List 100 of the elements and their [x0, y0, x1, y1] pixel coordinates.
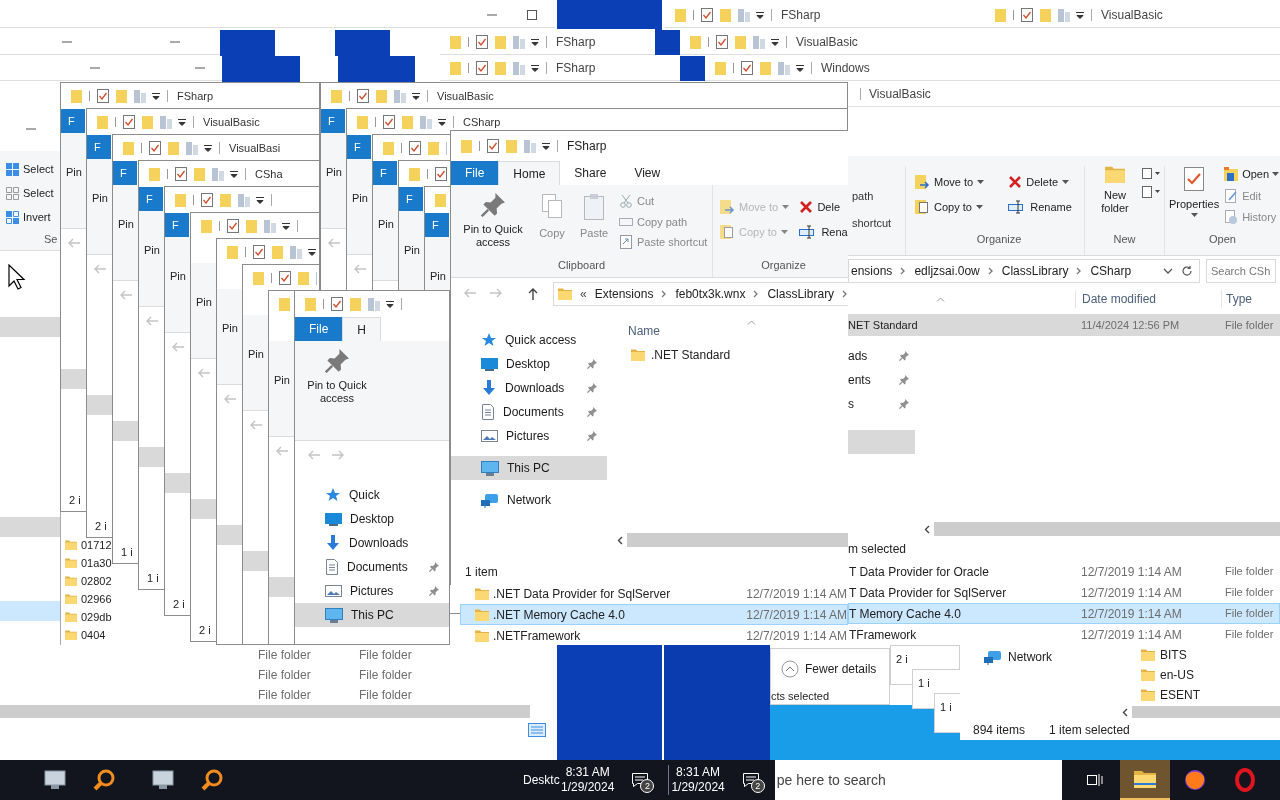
- ribbon-tab[interactable]: F: [321, 109, 345, 133]
- nav-item[interactable]: Network: [960, 647, 1125, 667]
- table-cell-text: File folder: [359, 667, 413, 684]
- pin-button[interactable]: Pin to Quick access: [455, 193, 531, 249]
- file-row[interactable]: .NET Memory Cache 4.0 12/7/2019 1:14 AM: [460, 604, 848, 625]
- ribbon-command[interactable]: Rename: [1008, 198, 1084, 215]
- ribbon-tab[interactable]: Home: [498, 161, 561, 185]
- ribbon-command[interactable]: Dele: [799, 199, 848, 216]
- folder-icon: [558, 288, 572, 300]
- breadcrumb[interactable]: CSharp: [1090, 262, 1132, 280]
- column-header[interactable]: Name: [611, 318, 848, 344]
- breadcrumb[interactable]: ensions: [851, 262, 893, 280]
- ribbon-command[interactable]: Copy to: [914, 198, 997, 215]
- file-row[interactable]: T Data Provider for Oracle 12/7/2019 1:14 AM File folder: [848, 561, 1280, 582]
- folder-icon: [475, 629, 489, 642]
- properties-button[interactable]: Properties: [1169, 166, 1220, 226]
- ribbon-command[interactable]: Rena: [799, 223, 848, 240]
- pin-label[interactable]: Pin: [430, 270, 446, 282]
- search-field[interactable]: Search CSh: [1206, 259, 1276, 283]
- search-field[interactable]: pe here to search: [774, 760, 1062, 800]
- address-bar[interactable]: ensions edljzsai.0ow ClassLibrary CSharp: [848, 259, 1200, 283]
- notification-button[interactable]: 2: [626, 765, 655, 795]
- nav-item[interactable]: Quick access: [451, 328, 607, 352]
- details-toggle[interactable]: Fewer details: [771, 649, 889, 689]
- nav-item[interactable]: This PC: [295, 603, 449, 627]
- window-title: VisualBasic: [796, 33, 858, 51]
- nav-item[interactable]: ents: [848, 368, 915, 392]
- ribbon-tab[interactable]: F: [139, 187, 163, 211]
- pin-label[interactable]: Pin: [248, 348, 264, 360]
- ribbon-tab[interactable]: H: [342, 317, 381, 341]
- nav-item[interactable]: ads: [848, 344, 915, 368]
- ribbon-tab[interactable]: File: [451, 161, 499, 185]
- pin-label[interactable]: Pin: [326, 166, 342, 178]
- ribbon-tab[interactable]: F: [373, 161, 397, 185]
- clock[interactable]: 8:31 AM 1/29/2024: [561, 765, 615, 795]
- breadcrumb[interactable]: Extensions: [594, 285, 654, 303]
- ribbon-command[interactable]: Select: [0, 183, 60, 203]
- nav-item[interactable]: Pictures: [451, 424, 607, 448]
- ribbon-command[interactable]: Delete: [1008, 174, 1084, 191]
- ribbon-command[interactable]: Select: [0, 159, 60, 179]
- nav-item[interactable]: Network: [451, 488, 607, 512]
- ribbon-tab[interactable]: F: [87, 135, 111, 159]
- file-row[interactable]: .NETFramework 12/7/2019 1:14 AM: [460, 625, 848, 646]
- breadcrumb[interactable]: feb0tx3k.wnx: [675, 285, 746, 303]
- notification-button[interactable]: 2: [736, 765, 765, 795]
- desktop-label: Desktc: [523, 772, 561, 789]
- file-row[interactable]: NET Standard 11/4/2024 12:56 PM File folder: [848, 314, 1280, 336]
- ribbon-tab[interactable]: Share: [560, 161, 621, 185]
- pin-button[interactable]: Pin to Quick access: [301, 349, 373, 405]
- pin-label[interactable]: Pin: [222, 322, 238, 334]
- pin-label[interactable]: Pin: [274, 374, 290, 386]
- pin-label[interactable]: Pin: [92, 192, 108, 204]
- column-header[interactable]: Date modified: [1075, 290, 1221, 308]
- nav-item[interactable]: Documents: [451, 400, 607, 424]
- pin-label[interactable]: Pin: [66, 166, 82, 178]
- nav-item[interactable]: Quick: [295, 483, 449, 507]
- file-row[interactable]: T Memory Cache 4.0 12/7/2019 1:14 AM File folder: [848, 603, 1280, 624]
- nav-item[interactable]: This PC: [451, 456, 607, 480]
- nav-item[interactable]: Desktop: [451, 352, 607, 376]
- clock[interactable]: 8:31 AM 1/29/2024: [671, 765, 725, 795]
- breadcrumb[interactable]: ClassLibrary: [1001, 262, 1069, 280]
- nav-item[interactable]: Downloads: [451, 376, 607, 400]
- breadcrumb[interactable]: edljzsai.0ow: [914, 262, 980, 280]
- pin-label[interactable]: Pin: [196, 296, 212, 308]
- pin-label[interactable]: Pin: [378, 218, 394, 230]
- ribbon-command[interactable]: Open: [1223, 166, 1280, 183]
- nav-item[interactable]: Pictures: [295, 579, 449, 603]
- pin-label[interactable]: Pin: [352, 192, 368, 204]
- pin-label[interactable]: Pin: [118, 218, 134, 230]
- ribbon-tab[interactable]: F: [425, 213, 449, 237]
- ribbon-tab[interactable]: F: [399, 187, 423, 211]
- ribbon-tab[interactable]: File: [295, 317, 343, 341]
- file-row[interactable]: BITS: [1125, 645, 1200, 665]
- breadcrumb[interactable]: ClassLibrary: [767, 285, 835, 303]
- ribbon-command[interactable]: Invert: [0, 207, 60, 227]
- nav-item[interactable]: s: [848, 392, 915, 416]
- ribbon-tab[interactable]: View: [620, 161, 675, 185]
- column-header[interactable]: Type: [1221, 290, 1280, 308]
- nav-item[interactable]: Documents: [295, 555, 449, 579]
- nav-item[interactable]: Desktop: [295, 507, 449, 531]
- pin-label[interactable]: Pin: [170, 270, 186, 282]
- status-text: 894 items: [973, 721, 1026, 739]
- pin-label[interactable]: Pin: [404, 244, 420, 256]
- overflow-button[interactable]: «: [580, 285, 587, 303]
- ribbon-tab[interactable]: F: [113, 161, 137, 185]
- file-row[interactable]: ESENT: [1125, 685, 1200, 705]
- new-folder-button[interactable]: New folder: [1093, 166, 1137, 215]
- monitor-icon: [481, 357, 498, 371]
- ribbon-tab[interactable]: F: [165, 213, 189, 237]
- ribbon-tab[interactable]: F: [61, 109, 85, 133]
- file-row[interactable]: en-US: [1125, 665, 1200, 685]
- file-row[interactable]: .NET Data Provider for SqlServer 12/7/2019 1:14 AM: [460, 583, 848, 604]
- nav-item[interactable]: Downloads: [295, 531, 449, 555]
- pin-label[interactable]: Pin: [144, 244, 160, 256]
- file-row[interactable]: T Data Provider for SqlServer 12/7/2019 1:14 AM File folder: [848, 582, 1280, 603]
- file-row[interactable]: .NET Standard: [611, 344, 848, 366]
- file-row[interactable]: TFramework 12/7/2019 1:14 AM File folder: [848, 624, 1280, 645]
- address-bar[interactable]: « Extensions feb0tx3k.wnx ClassLibrary: [553, 282, 849, 306]
- ribbon-command[interactable]: Move to: [914, 174, 997, 191]
- ribbon-tab[interactable]: F: [347, 135, 371, 159]
